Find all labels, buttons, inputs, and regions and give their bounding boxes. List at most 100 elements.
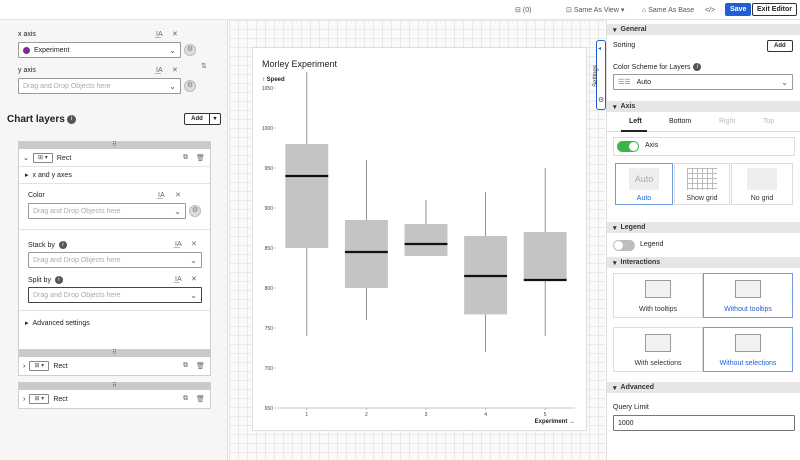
- text-format-icon[interactable]: I͟A: [158, 192, 165, 199]
- x-tick-label: 3: [425, 412, 428, 418]
- legend-toggle[interactable]: [613, 240, 635, 251]
- selection-icon: [645, 334, 671, 352]
- chevron-down-icon: ▾: [613, 26, 617, 34]
- text-format-icon[interactable]: I͟A: [156, 67, 163, 74]
- text-format-icon[interactable]: I͟A: [175, 241, 182, 248]
- axis-section-header[interactable]: ▾ Axis: [607, 101, 800, 112]
- axis-tabs: Left Bottom Right Top: [607, 114, 800, 132]
- xy-axes-toggle[interactable]: ▸ x and y axes: [25, 171, 72, 180]
- layer-type-icon[interactable]: ⊞ ▾: [32, 153, 53, 163]
- interaction-without-tooltips[interactable]: Without tooltips: [703, 273, 793, 318]
- exit-editor-button[interactable]: Exit Editor: [752, 3, 798, 16]
- axis-option-auto-label: Auto: [636, 195, 652, 202]
- settings-tab[interactable]: ◂ Settings ⚙: [593, 40, 606, 110]
- drag-handle[interactable]: ⠿: [19, 383, 210, 390]
- axis-option-show-grid-label: Show grid: [686, 195, 718, 202]
- interaction-with-tooltips[interactable]: With tooltips: [613, 273, 703, 318]
- interaction-without-selections[interactable]: Without selections: [703, 327, 793, 372]
- tab-bottom[interactable]: Bottom: [669, 118, 691, 125]
- close-icon[interactable]: ✕: [191, 240, 197, 248]
- swap-axes-icon[interactable]: ⇅: [201, 62, 207, 70]
- y-axis-label: y axis: [18, 67, 36, 74]
- axis-toggle-row: Axis: [613, 137, 795, 156]
- drag-handle[interactable]: ⠿: [19, 350, 210, 357]
- tab-right[interactable]: Right: [719, 118, 735, 125]
- save-button[interactable]: Save: [725, 3, 752, 16]
- drag-handle[interactable]: ⠿: [19, 142, 210, 149]
- layer-header[interactable]: ⌄ ⊞ ▾ Rect: [23, 153, 71, 163]
- filter-icon: ⊟: [515, 7, 521, 14]
- axis-option-auto[interactable]: Auto Auto: [615, 163, 673, 205]
- color-dropdown[interactable]: Drag and Drop Objects here ⌄: [28, 203, 186, 219]
- axis-toggle-label: Axis: [645, 142, 659, 149]
- axis-option-no-grid[interactable]: No grid: [731, 163, 793, 205]
- tab-left[interactable]: Left: [629, 118, 642, 125]
- general-section-header[interactable]: ▾ General: [607, 24, 800, 35]
- xy-axes-label: x and y axes: [32, 171, 72, 179]
- same-as-view-button[interactable]: ⊡ Same As View ▾: [566, 4, 624, 16]
- add-layer-button[interactable]: Add ▾: [184, 113, 221, 125]
- axis-option-show-grid[interactable]: Show grid: [674, 163, 730, 205]
- box-body: [344, 220, 388, 288]
- sorting-add-button[interactable]: Add: [767, 40, 793, 52]
- divider: [19, 183, 210, 184]
- active-tab-indicator: [621, 130, 647, 132]
- interactions-section-header[interactable]: ▾ Interactions: [607, 257, 800, 268]
- text-format-icon[interactable]: I͟A: [156, 31, 163, 38]
- chevron-right-icon: ▸: [25, 172, 29, 179]
- stack-by-label-row: Stack by i: [28, 241, 67, 249]
- stack-by-dropdown[interactable]: Drag and Drop Objects here ⌄: [28, 252, 202, 268]
- base-icon: ⌂: [642, 6, 647, 14]
- advanced-settings-label: Advanced settings: [32, 319, 90, 327]
- close-icon[interactable]: ✕: [172, 30, 178, 38]
- x-axis-dropdown[interactable]: Experiment ⌄: [18, 42, 181, 58]
- y-axis-placeholder: Drag and Drop Objects here: [23, 82, 111, 90]
- advanced-settings-toggle[interactable]: ▸ Advanced settings: [25, 319, 90, 328]
- query-limit-value: 1000: [618, 419, 634, 427]
- divider: [19, 310, 210, 311]
- color-scheme-dropdown[interactable]: ☰☰ Auto ⌄: [613, 74, 793, 90]
- trash-icon[interactable]: 🗑: [196, 154, 205, 162]
- y-axis-dropdown[interactable]: Drag and Drop Objects here ⌄: [18, 78, 181, 94]
- y-tick-label: 950: [265, 166, 274, 172]
- split-by-placeholder: Drag and Drop Objects here: [33, 291, 121, 299]
- interaction-with-selections[interactable]: With selections: [613, 327, 703, 372]
- gear-icon[interactable]: ⚙: [189, 205, 201, 217]
- color-label: Color: [28, 192, 45, 199]
- duplicate-icon[interactable]: ⧉: [183, 362, 188, 370]
- advanced-section-header[interactable]: ▾ Advanced: [607, 382, 800, 393]
- filter-button[interactable]: ⊟ (0): [515, 4, 531, 16]
- close-icon[interactable]: ✕: [191, 275, 197, 283]
- chart-card[interactable]: Morley Experiment ↑ Speed 650 700 750 800 850…: [253, 48, 586, 430]
- legend-section-header[interactable]: ▾ Legend: [607, 222, 800, 233]
- split-by-dropdown[interactable]: Drag and Drop Objects here ⌄: [28, 287, 202, 303]
- tab-top[interactable]: Top: [763, 118, 774, 125]
- trash-icon[interactable]: 🗑: [196, 395, 205, 403]
- layer-type-icon[interactable]: ⊞ ▾: [29, 394, 50, 404]
- chevron-down-icon: ▾: [613, 259, 617, 267]
- duplicate-icon[interactable]: ⧉: [183, 395, 188, 403]
- y-tick-label: 850: [265, 246, 274, 252]
- same-as-view-label: Same As View: [573, 6, 619, 14]
- split-by-label: Split by: [28, 276, 51, 284]
- x-tick-label: 4: [484, 412, 487, 418]
- color-scheme-label-row: Color Scheme for Layers i: [613, 63, 702, 71]
- trash-icon[interactable]: 🗑: [196, 362, 205, 370]
- layer-header[interactable]: › ⊞ ▾ Rect: [23, 394, 68, 404]
- same-as-base-button[interactable]: ⌂ Same As Base: [642, 4, 694, 16]
- layer-name: Rect: [53, 395, 68, 403]
- query-limit-input[interactable]: 1000: [613, 415, 795, 431]
- chevron-right-icon: ›: [23, 395, 26, 403]
- no-selection-icon: [735, 334, 761, 352]
- layer-header[interactable]: › ⊞ ▾ Rect: [23, 361, 68, 371]
- text-format-icon[interactable]: I͟A: [175, 276, 182, 283]
- layer-type-icon[interactable]: ⊞ ▾: [29, 361, 50, 371]
- axis-toggle[interactable]: [617, 141, 639, 152]
- gear-icon[interactable]: ⚙: [184, 44, 196, 56]
- left-panel: x axis I͟A ✕ Experiment ⌄ ⚙ ⇅ y axis I͟A…: [0, 20, 228, 460]
- duplicate-icon[interactable]: ⧉: [183, 154, 188, 162]
- close-icon[interactable]: ✕: [175, 191, 181, 199]
- gear-icon[interactable]: ⚙: [184, 80, 196, 92]
- close-icon[interactable]: ✕: [172, 66, 178, 74]
- code-button[interactable]: </>: [705, 4, 715, 16]
